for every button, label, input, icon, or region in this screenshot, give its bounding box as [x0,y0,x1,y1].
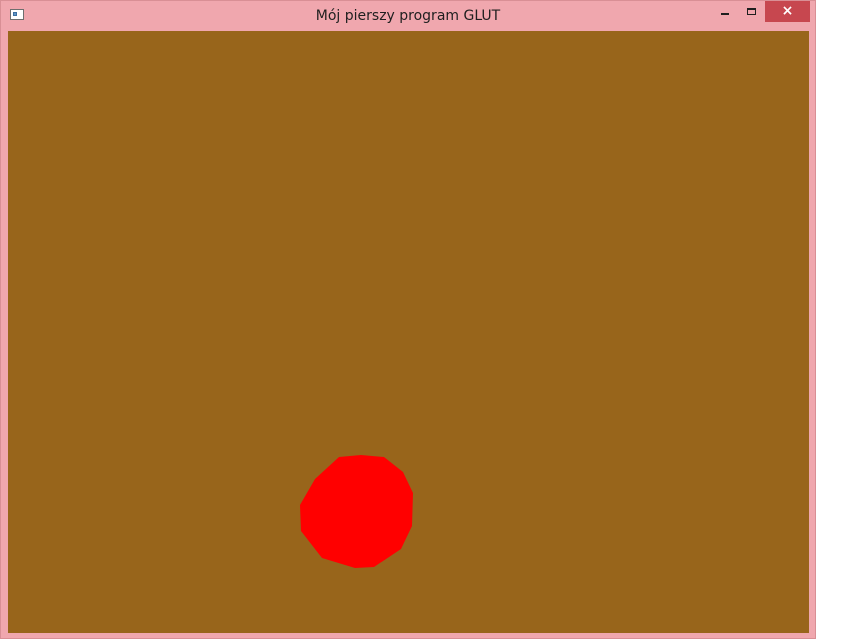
maximize-button[interactable] [738,1,765,22]
glut-window: Mój pierszy program GLUT × [0,0,816,639]
window-title: Mój pierszy program GLUT [315,8,501,24]
glut-canvas[interactable] [8,31,809,633]
minimize-icon [720,13,729,15]
red-circle [300,455,413,568]
maximize-icon [747,8,756,15]
close-icon: × [781,3,794,19]
minimize-button[interactable] [711,1,738,22]
canvas-drawing [300,455,413,568]
window-titlebar[interactable]: Mój pierszy program GLUT × [1,1,815,31]
close-button[interactable]: × [765,1,810,22]
